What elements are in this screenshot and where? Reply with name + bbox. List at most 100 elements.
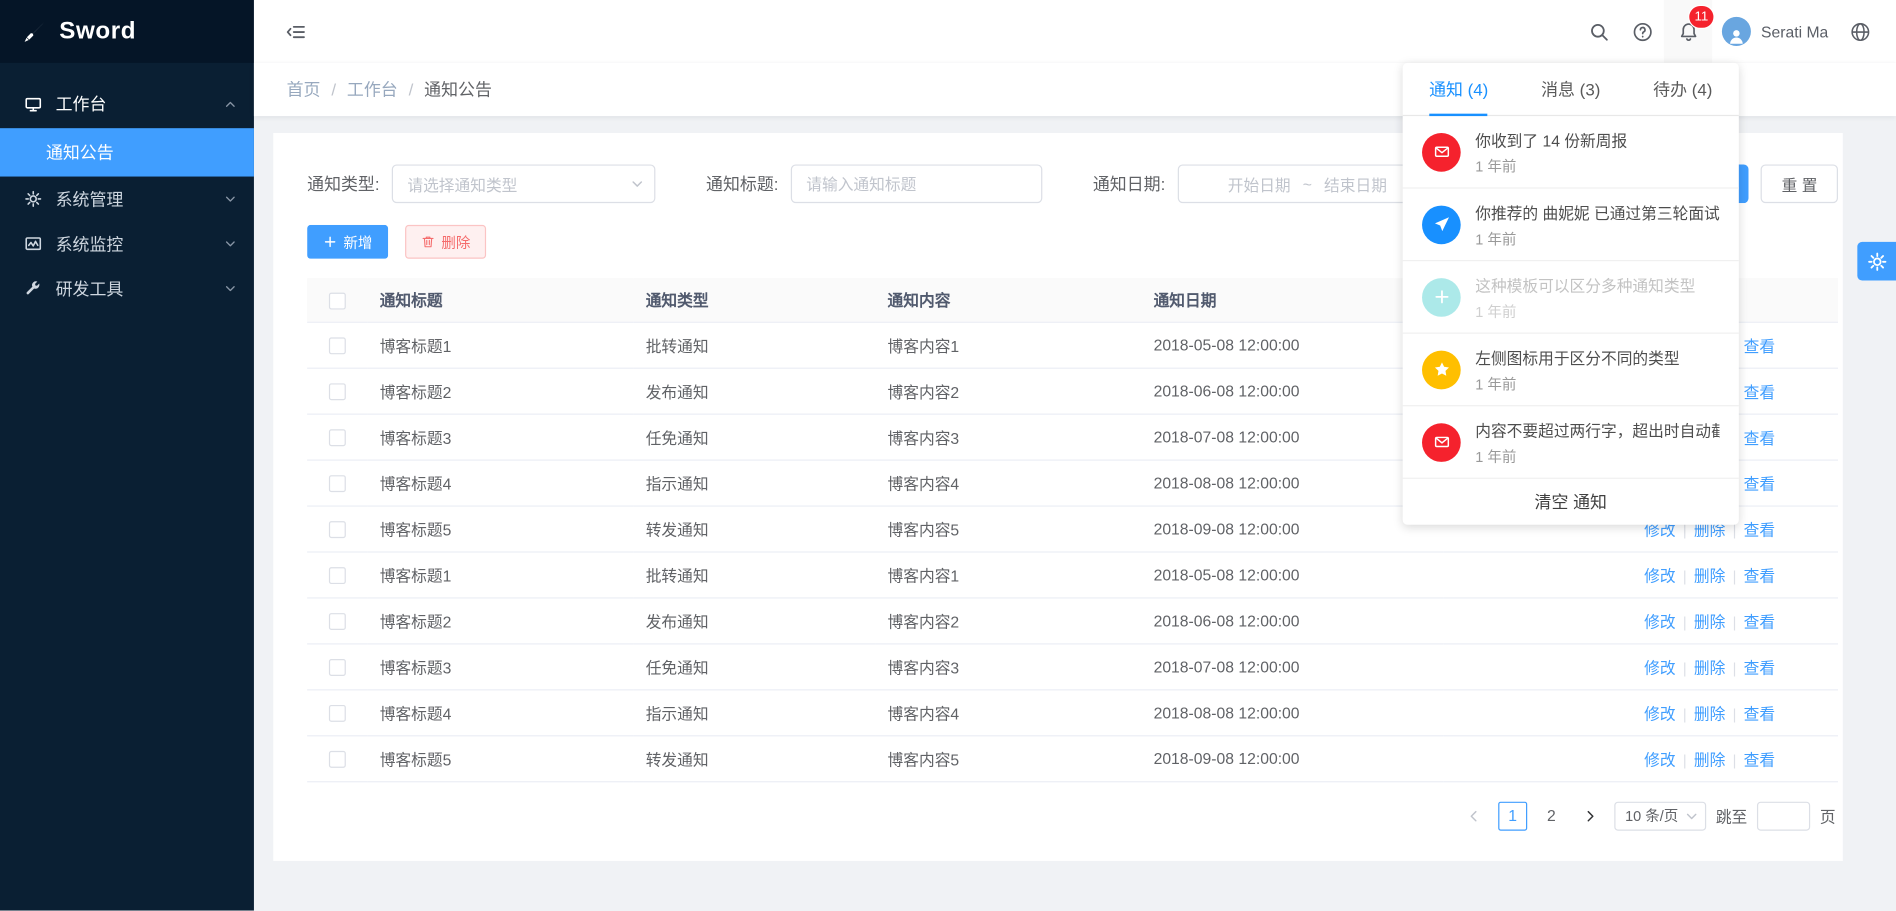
user-menu[interactable]: Serati Ma	[1713, 0, 1838, 63]
search-button[interactable]	[1577, 0, 1621, 63]
mail-icon	[1422, 132, 1461, 171]
edit-link[interactable]: 修改	[1644, 567, 1675, 585]
delete-link[interactable]: 删除	[1694, 612, 1725, 630]
action-divider: |	[1683, 568, 1687, 585]
row-checkbox[interactable]	[329, 705, 346, 722]
row-checkbox[interactable]	[329, 521, 346, 538]
row-checkbox[interactable]	[329, 429, 346, 446]
page-size-select[interactable]: 10 条/页	[1614, 801, 1706, 830]
edit-link[interactable]: 修改	[1644, 612, 1675, 630]
table-row: 博客标题3 任免通知 博客内容3 2018-07-08 12:00:00 修改|…	[307, 643, 1838, 689]
logo[interactable]: Sword	[0, 0, 254, 63]
row-checkbox[interactable]	[329, 475, 346, 492]
notification-time: 1 年前	[1475, 228, 1719, 249]
user-name: Serati Ma	[1761, 22, 1828, 40]
view-link[interactable]: 查看	[1744, 337, 1775, 355]
chevron-left-icon	[1467, 808, 1482, 823]
edit-link[interactable]: 修改	[1644, 658, 1675, 676]
breadcrumb-workbench[interactable]: 工作台	[347, 77, 398, 101]
notice-date-range-picker[interactable]: 开始日期 ~ 结束日期	[1177, 164, 1437, 203]
cell-title: 博客标题3	[368, 643, 634, 689]
page-button-2[interactable]: 2	[1537, 801, 1566, 830]
view-link[interactable]: 查看	[1744, 429, 1775, 447]
monitor-icon	[24, 235, 42, 253]
delete-link[interactable]: 删除	[1694, 658, 1725, 676]
notification-title: 你收到了 14 份新周报	[1475, 128, 1719, 151]
cell-date: 2018-09-08 12:00:00	[1141, 505, 1443, 551]
column-header-title: 通知标题	[368, 278, 634, 322]
filter-type-group: 通知类型: 请选择通知类型	[307, 164, 655, 203]
breadcrumb-home[interactable]: 首页	[287, 77, 321, 101]
delete-link[interactable]: 删除	[1694, 567, 1725, 585]
cell-date: 2018-06-08 12:00:00	[1141, 368, 1443, 414]
view-link[interactable]: 查看	[1744, 612, 1775, 630]
sidebar-item-workbench[interactable]: 工作台	[0, 80, 254, 128]
row-checkbox[interactable]	[329, 567, 346, 584]
view-link[interactable]: 查看	[1744, 658, 1775, 676]
delete-link[interactable]: 删除	[1694, 704, 1725, 722]
notice-type-select[interactable]: 请选择通知类型	[392, 164, 656, 203]
sidebar-item-system-monitor[interactable]: 系统监控	[0, 221, 254, 266]
settings-button[interactable]	[1857, 242, 1896, 281]
row-checkbox[interactable]	[329, 383, 346, 400]
sidebar-item-notice-board[interactable]: 通知公告	[0, 128, 254, 176]
view-link[interactable]: 查看	[1744, 567, 1775, 585]
send-icon	[1422, 205, 1461, 244]
cell-type: 转发通知	[634, 735, 876, 781]
gear-icon	[24, 190, 42, 208]
row-checkbox[interactable]	[329, 659, 346, 676]
row-checkbox[interactable]	[329, 613, 346, 630]
notifications-button[interactable]: 11	[1664, 0, 1712, 63]
view-link[interactable]: 查看	[1744, 521, 1775, 539]
view-link[interactable]: 查看	[1744, 475, 1775, 493]
reset-button[interactable]: 重 置	[1761, 164, 1838, 203]
cell-content: 博客内容4	[875, 689, 1141, 735]
add-button[interactable]: 新增	[307, 225, 388, 259]
action-divider: |	[1683, 660, 1687, 677]
notification-item[interactable]: 你推荐的 曲妮妮 已通过第三轮面试 1 年前	[1403, 189, 1739, 262]
notification-body: 这种模板可以区分多种通知类型 1 年前	[1475, 273, 1719, 321]
row-checkbox[interactable]	[329, 337, 346, 354]
page-unit-label: 页	[1820, 804, 1836, 827]
cell-date: 2018-07-08 12:00:00	[1141, 414, 1443, 460]
notification-item[interactable]: 你收到了 14 份新周报 1 年前	[1403, 116, 1739, 189]
collapse-sidebar-button[interactable]	[273, 0, 317, 63]
notice-date-label: 通知日期:	[1093, 172, 1165, 196]
sidebar-item-dev-tools[interactable]: 研发工具	[0, 266, 254, 311]
view-link[interactable]: 查看	[1744, 750, 1775, 768]
next-page-button[interactable]	[1576, 801, 1605, 830]
column-header-content: 通知内容	[875, 278, 1141, 322]
sidebar-menu: 工作台 通知公告 系统管理 系统监控 研发工具	[0, 63, 254, 311]
tab-todos[interactable]: 待办 (4)	[1627, 63, 1739, 115]
notice-title-input[interactable]	[791, 164, 1043, 203]
cell-type: 批转通知	[634, 551, 876, 597]
jump-page-input[interactable]	[1757, 801, 1810, 830]
edit-link[interactable]: 修改	[1644, 704, 1675, 722]
prev-page-button[interactable]	[1459, 801, 1488, 830]
tab-messages[interactable]: 消息 (3)	[1515, 63, 1627, 115]
tab-notifications[interactable]: 通知 (4)	[1403, 63, 1515, 115]
notification-item[interactable]: 这种模板可以区分多种通知类型 1 年前	[1403, 261, 1739, 334]
notification-item[interactable]: 左侧图标用于区分不同的类型 1 年前	[1403, 334, 1739, 407]
sidebar-item-system-management[interactable]: 系统管理	[0, 177, 254, 222]
notification-time: 1 年前	[1475, 300, 1719, 321]
clear-notifications-button[interactable]: 清空 通知	[1403, 479, 1739, 525]
trash-icon	[421, 235, 436, 250]
help-button[interactable]	[1621, 0, 1665, 63]
row-checkbox[interactable]	[329, 751, 346, 768]
pagination: 1 2 10 条/页 跳至 页	[307, 801, 1838, 830]
edit-link[interactable]: 修改	[1644, 750, 1675, 768]
select-all-checkbox[interactable]	[329, 292, 346, 309]
delete-button[interactable]: 删除	[405, 225, 486, 259]
filter-date-group: 通知日期: 开始日期 ~ 结束日期	[1093, 164, 1437, 203]
view-link[interactable]: 查看	[1744, 704, 1775, 722]
language-button[interactable]	[1838, 0, 1882, 63]
notification-item[interactable]: 内容不要超过两行字，超出时自动截断 1 年前	[1403, 406, 1739, 479]
page-button-1[interactable]: 1	[1498, 801, 1527, 830]
cell-title: 博客标题5	[368, 505, 634, 551]
delete-link[interactable]: 删除	[1694, 750, 1725, 768]
action-divider: |	[1733, 568, 1737, 585]
view-link[interactable]: 查看	[1744, 383, 1775, 401]
person-icon	[1727, 27, 1746, 46]
cell-title: 博客标题3	[368, 414, 634, 460]
